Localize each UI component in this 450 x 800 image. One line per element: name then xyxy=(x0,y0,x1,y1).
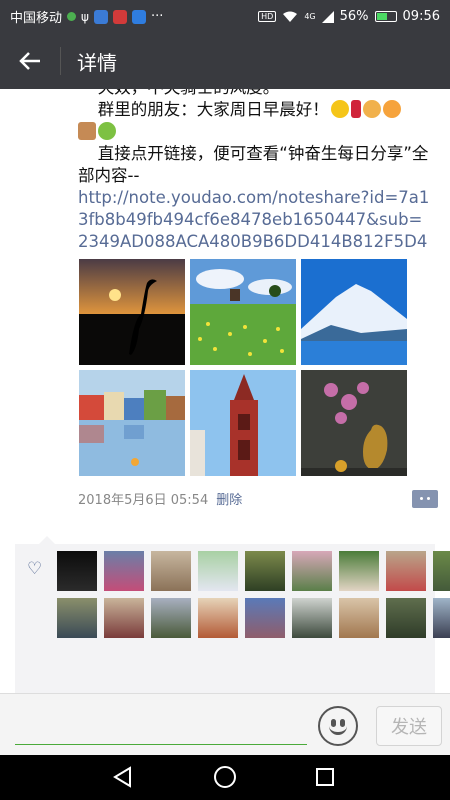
network-type-label: 4G xyxy=(304,12,316,21)
photo-sunset-crane[interactable] xyxy=(79,259,185,365)
avatar[interactable] xyxy=(339,551,379,591)
weibo-app-icon xyxy=(131,9,146,24)
status-bar: 中国移动 ψ ··· HD 4G 56% 09:56 xyxy=(0,0,450,33)
avatar[interactable] xyxy=(433,598,450,638)
carrier-label: 中国移动 xyxy=(10,11,63,26)
back-button[interactable] xyxy=(0,33,60,89)
wifi-icon xyxy=(283,11,298,22)
avatar[interactable] xyxy=(151,598,191,638)
more-notifications-icon: ··· xyxy=(150,9,164,24)
post-line-greeting: 群里的朋友：大家周日早晨好！ xyxy=(78,99,432,121)
pray-emoji-icon xyxy=(382,100,401,118)
post-timestamp: 2018年5月6日 05:54 xyxy=(78,493,209,508)
flower-emoji-icon xyxy=(98,122,116,140)
avatar[interactable] xyxy=(104,551,144,591)
liker-avatars xyxy=(57,551,450,638)
send-button[interactable]: 发送 xyxy=(376,706,442,746)
photo-snow-mountain[interactable] xyxy=(301,259,407,365)
app-notification-icon xyxy=(93,9,108,24)
likes-panel: ♡ xyxy=(15,536,450,693)
comment-input-bar: 发送 xyxy=(0,693,450,755)
photo-green-meadow[interactable] xyxy=(190,259,296,365)
post-detail[interactable]: 天奴，不失骑士的风度。 群里的朋友：大家周日早晨好！ 直接点开链接，便可查看“钟… xyxy=(0,89,450,693)
post-meta: 2018年5月6日 05:54 删除 xyxy=(78,489,438,508)
arrow-left-icon xyxy=(19,52,40,70)
battery-icon xyxy=(374,11,397,22)
photo-orchid-vase[interactable] xyxy=(301,370,407,476)
delete-link[interactable]: 删除 xyxy=(216,489,242,508)
avatar[interactable] xyxy=(386,598,426,638)
avatar[interactable] xyxy=(245,551,285,591)
battery-percent: 56% xyxy=(339,9,369,24)
smile-emoji-icon xyxy=(330,100,349,118)
avatar[interactable] xyxy=(198,551,238,591)
comment-button[interactable] xyxy=(412,489,438,508)
post-link[interactable]: http://note.youdao.com/noteshare?id=7a13… xyxy=(78,187,432,253)
nav-recents-icon[interactable] xyxy=(316,768,334,786)
title-bar: 详情 xyxy=(0,33,450,89)
title-divider xyxy=(60,47,61,75)
avatar[interactable] xyxy=(104,598,144,638)
photo-colorful-harbor[interactable] xyxy=(79,370,185,476)
comment-input[interactable] xyxy=(15,744,307,745)
heart-icon: ♡ xyxy=(27,559,43,579)
page-title: 详情 xyxy=(77,50,117,75)
video-app-icon xyxy=(112,9,127,24)
greeting-text: 群里的朋友：大家周日早晨好！ xyxy=(97,100,329,119)
avatar[interactable] xyxy=(433,551,450,591)
avatar[interactable] xyxy=(151,551,191,591)
avatar[interactable] xyxy=(198,598,238,638)
post-line-link-intro: 直接点开链接，便可查看“钟奋生每日分享”全部内容-- xyxy=(78,144,429,185)
coffee-emoji-icon xyxy=(78,122,96,140)
photo-brick-church-tower[interactable] xyxy=(190,370,296,476)
avatar[interactable] xyxy=(57,598,97,638)
photo-grid xyxy=(79,259,409,476)
avatar[interactable] xyxy=(292,598,332,638)
post-text: 天奴，不失骑士的风度。 群里的朋友：大家周日早晨好！ 直接点开链接，便可查看“钟… xyxy=(0,89,450,253)
handshake-emoji-icon xyxy=(362,100,381,118)
nav-home-icon[interactable] xyxy=(214,766,236,788)
rose-emoji-icon xyxy=(350,100,361,118)
smiley-icon[interactable] xyxy=(318,706,358,746)
usb-icon: ψ xyxy=(81,9,89,24)
avatar[interactable] xyxy=(245,598,285,638)
clock: 09:56 xyxy=(402,9,440,24)
nav-back-icon[interactable] xyxy=(112,766,134,788)
avatar[interactable] xyxy=(57,551,97,591)
avatar[interactable] xyxy=(386,551,426,591)
carrier-dot-icon xyxy=(67,12,77,21)
hd-icon: HD xyxy=(258,11,277,22)
post-line-emoji xyxy=(78,121,432,143)
avatar[interactable] xyxy=(339,598,379,638)
signal-icon xyxy=(321,10,334,23)
post-line-partial: 天奴，不失骑士的风度。 xyxy=(78,89,432,99)
avatar[interactable] xyxy=(292,551,332,591)
system-nav-bar xyxy=(0,755,450,800)
